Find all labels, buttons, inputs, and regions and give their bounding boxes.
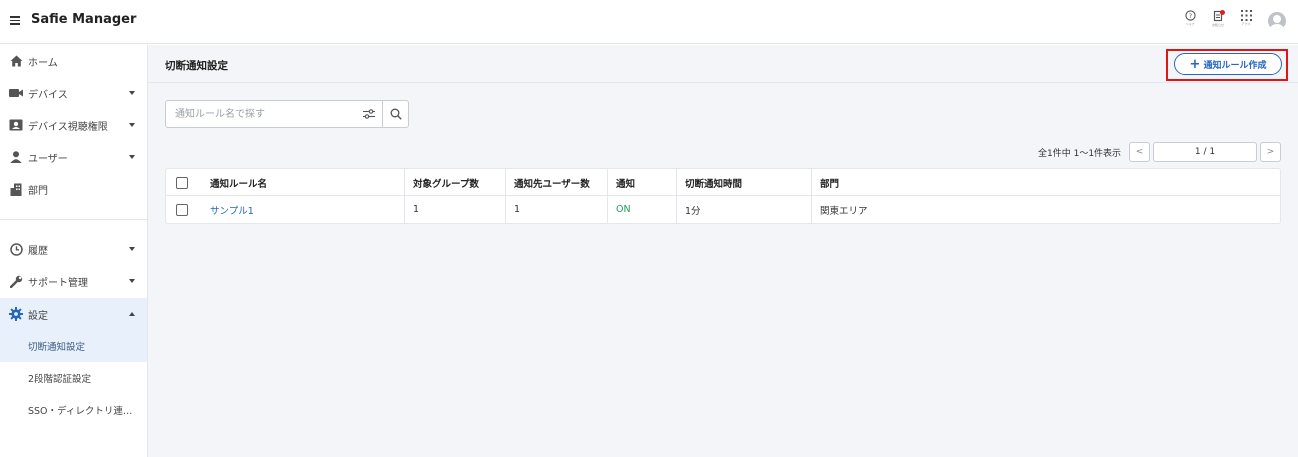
chevron-down-icon [129, 247, 135, 251]
status-badge: ON [616, 204, 631, 215]
sidebar-item-label: デバイス視聴権限 [28, 121, 108, 133]
hamburger-menu-icon[interactable] [10, 14, 22, 26]
search-icon [390, 108, 402, 120]
pager-count: 全1件中 1〜1件表示 [1038, 149, 1122, 159]
pager-next-button[interactable]: > [1260, 142, 1281, 162]
main-content: 切断通知設定 + 通知ルール作成 全1件中 1〜1件表示 < 1 / 1 > 通… [148, 45, 1298, 457]
sidebar-item-device-permissions[interactable]: デバイス視聴権限 [0, 109, 147, 141]
create-notification-rule-button[interactable]: + 通知ルール作成 [1174, 53, 1282, 75]
table-header-row: 通知ルール名 対象グループ数 通知先ユーザー数 通知 切断通知時間 部門 [166, 169, 1280, 196]
clock-icon [9, 242, 23, 256]
header-target-groups[interactable]: 対象グループ数 [404, 169, 505, 196]
header-notify-users[interactable]: 通知先ユーザー数 [505, 169, 607, 196]
notification-caption: お知らせ [1212, 23, 1224, 27]
gear-icon [9, 307, 23, 321]
cell-disconnect-time: 1分 [676, 196, 811, 223]
sidebar-item-label: デバイス [28, 89, 68, 101]
sidebar-item-label: ホーム [28, 57, 58, 69]
sidebar-item-departments[interactable]: 部門 [0, 173, 147, 205]
page-title: 切断通知設定 [165, 60, 228, 72]
rule-name-link[interactable]: サンプル1 [210, 203, 254, 217]
apps-caption: アプリ [1241, 22, 1251, 26]
notification-rules-table: 通知ルール名 対象グループ数 通知先ユーザー数 通知 切断通知時間 部門 サンプ… [165, 168, 1281, 224]
wrench-icon [9, 274, 23, 288]
header-notification[interactable]: 通知 [607, 169, 676, 196]
sidebar-item-history[interactable]: 履歴 [0, 233, 147, 265]
sidebar: ホーム デバイス デバイス視聴権限 ユーザー 部門 履歴 サポート管理 設定 切… [0, 45, 148, 457]
notification-dot [1220, 10, 1225, 15]
sidebar-item-label: サポート管理 [28, 277, 88, 289]
sidebar-item-label: 部門 [28, 185, 48, 197]
search-box [165, 100, 409, 128]
search-input[interactable] [166, 101, 356, 127]
sidebar-subitem-sso-directory[interactable]: SSO・ディレクトリ連… [0, 394, 147, 426]
header-checkbox-cell [168, 169, 196, 196]
chevron-down-icon [129, 279, 135, 283]
help-icon[interactable]: ? ヘルプ [1180, 10, 1200, 34]
home-icon [9, 54, 23, 68]
sidebar-subitem-disconnect-notification[interactable]: 切断通知設定 [0, 330, 147, 362]
sidebar-item-label: 設定 [28, 310, 48, 322]
user-icon [9, 150, 23, 164]
row-checkbox-cell [168, 196, 196, 223]
top-bar: Safie Manager ? ヘルプ お知らせ アプリ [0, 0, 1298, 44]
page-header: 切断通知設定 + 通知ルール作成 [148, 45, 1298, 83]
search-button[interactable] [382, 101, 409, 127]
sidebar-subitem-two-factor-auth[interactable]: 2段階認証設定 [0, 362, 147, 394]
cell-notification-status: ON [607, 196, 676, 223]
help-caption: ヘルプ [1185, 22, 1195, 26]
sidebar-item-label: 履歴 [28, 245, 48, 257]
sidebar-item-devices[interactable]: デバイス [0, 77, 147, 109]
pager-page-input[interactable]: 1 / 1 [1153, 142, 1257, 162]
sidebar-item-support[interactable]: サポート管理 [0, 265, 147, 297]
app-title: Safie Manager [31, 12, 137, 27]
pager-prev-button[interactable]: < [1129, 142, 1150, 162]
sidebar-divider [0, 219, 147, 220]
plus-icon: + [1189, 56, 1201, 72]
header-rule-name[interactable]: 通知ルール名 [202, 169, 404, 196]
camera-icon [9, 86, 23, 100]
cell-rule-name: サンプル1 [202, 196, 404, 223]
select-all-checkbox[interactable] [176, 176, 188, 189]
create-button-label: 通知ルール作成 [1203, 60, 1267, 71]
apps-icon[interactable]: アプリ [1236, 10, 1256, 34]
header-department[interactable]: 部門 [811, 169, 1280, 196]
row-checkbox[interactable] [176, 203, 188, 216]
chevron-down-icon [129, 91, 135, 95]
chevron-down-icon [129, 155, 135, 159]
building-icon [9, 182, 23, 196]
sidebar-item-settings[interactable]: 設定 [0, 298, 147, 330]
sidebar-item-users[interactable]: ユーザー [0, 141, 147, 173]
sidebar-item-label: ユーザー [28, 153, 68, 165]
sidebar-item-home[interactable]: ホーム [0, 45, 147, 77]
cell-target-groups: 1 [404, 196, 505, 223]
notification-icon[interactable]: お知らせ [1208, 10, 1228, 34]
id-card-icon [9, 118, 23, 132]
filter-icon[interactable] [362, 108, 376, 120]
cell-notify-users: 1 [505, 196, 607, 223]
chevron-up-icon [129, 312, 135, 316]
table-row[interactable]: サンプル1 1 1 ON 1分 関東エリア [166, 196, 1280, 223]
top-icons: ? ヘルプ お知らせ アプリ [1180, 10, 1286, 34]
chevron-down-icon [129, 123, 135, 127]
header-disconnect-time[interactable]: 切断通知時間 [676, 169, 811, 196]
avatar-icon[interactable] [1268, 12, 1286, 30]
cell-department: 関東エリア [811, 196, 1280, 223]
svg-text:?: ? [1188, 12, 1191, 20]
